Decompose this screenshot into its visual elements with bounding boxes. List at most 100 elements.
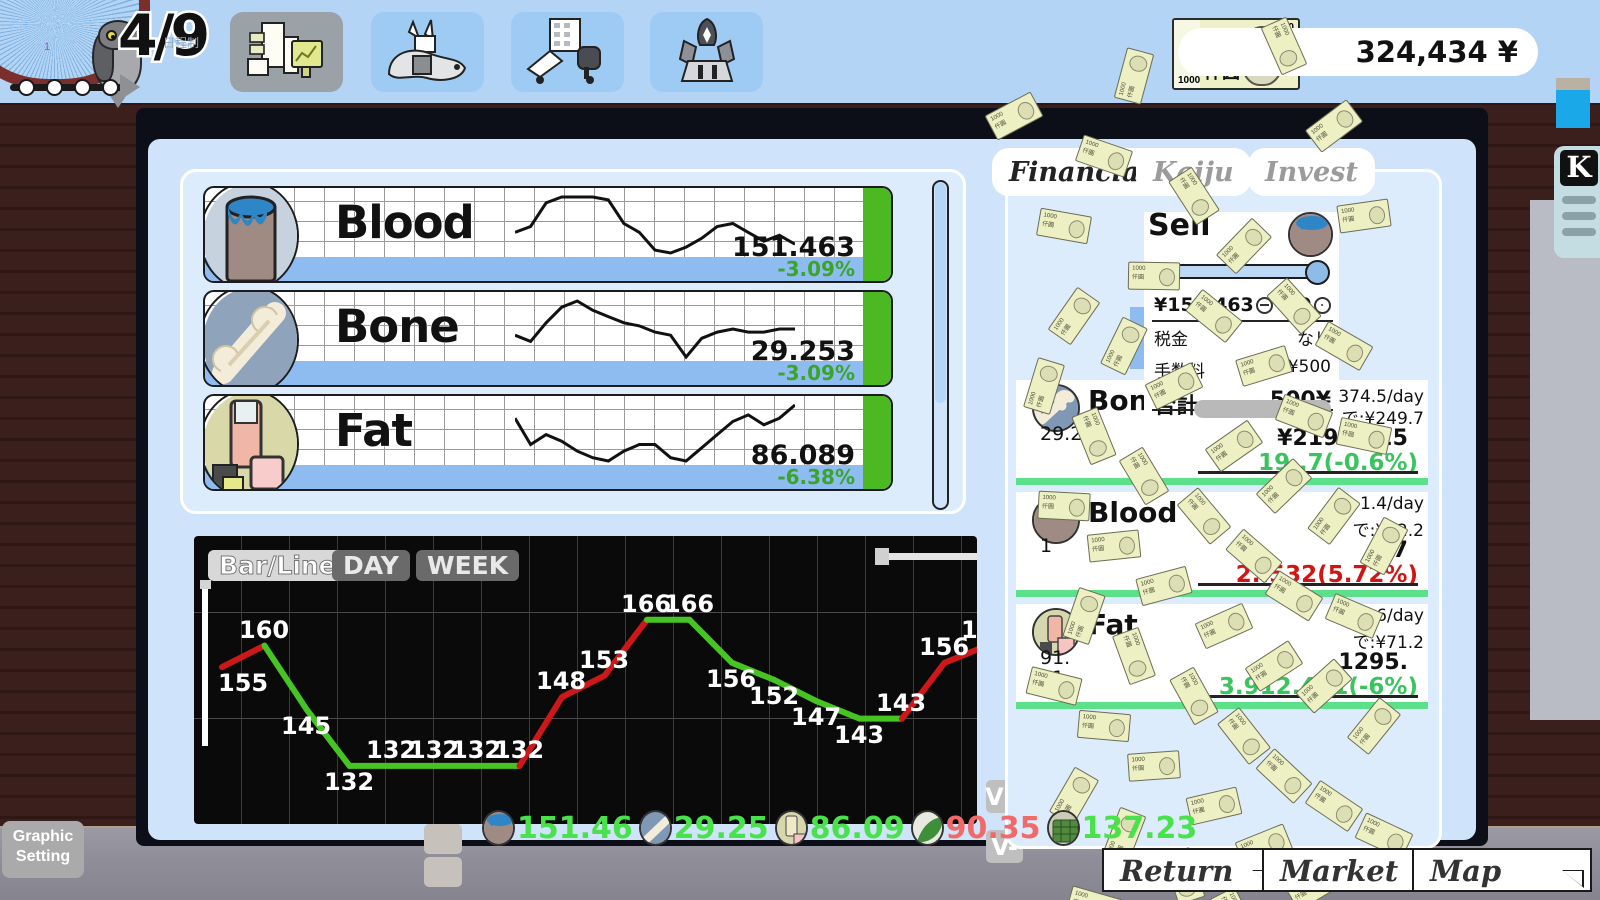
topbar-icon-robot[interactable] — [650, 12, 763, 92]
tab-invest[interactable]: Invest — [1248, 148, 1375, 196]
commodity-row-bone[interactable]: Bone 29.253 -3.09% — [203, 290, 893, 387]
top-bar: 1 4/9 日程制 1000 324,434 ¥ — [0, 0, 1600, 108]
financial-panel: Financial Kaiju Invest Sell ¥151.463 × 0 — [984, 16, 1442, 900]
falling-bill-icon: 1000仟圓 — [1304, 99, 1364, 153]
graphic-setting-button[interactable]: Graphic Setting — [2, 821, 84, 878]
graphic-setting-line1: Graphic — [12, 828, 74, 845]
clock-number: 1 — [44, 41, 51, 53]
blood-icon — [482, 810, 515, 846]
portfolio-total: 1295. — [1338, 650, 1408, 675]
graphic-setting-line2: Setting — [15, 848, 71, 865]
status-item-bone[interactable]: 29.25 — [638, 810, 769, 846]
portfolio-sub: 1 — [1040, 535, 1053, 557]
kaiju-icon — [387, 19, 466, 81]
nav-label: Market — [1280, 854, 1399, 888]
chart-point-label: 132 — [324, 768, 375, 796]
status-bar: 151.46 29.25 86.09 90.35 137.23 — [0, 806, 1600, 850]
chart-button-day[interactable]: DAY — [332, 550, 410, 581]
robot-icon — [678, 17, 735, 82]
falling-bill-icon: 1000仟圓 — [1216, 706, 1272, 766]
day-progress-track[interactable] — [10, 79, 132, 96]
status-item-green[interactable]: 90.35 — [910, 810, 1041, 846]
building-office-icon — [525, 18, 601, 84]
status-value: 137.23 — [1081, 810, 1198, 846]
nav-label: Return — [1120, 854, 1234, 888]
sell-tax-label: 税金 — [1154, 330, 1188, 350]
status-value: 86.09 — [809, 810, 905, 846]
chart-point-label: 160 — [239, 616, 290, 644]
falling-bill-icon: 1000仟圓 — [1127, 261, 1181, 291]
side-panel-toggle[interactable]: K — [1554, 146, 1600, 258]
bone-thumbnail-icon — [205, 292, 299, 385]
game-window: Blood 151.463 -3.09% Bone 29.253 -3.09% Fat 8… — [136, 16, 1488, 900]
falling-bill-icon: 1000仟圓 — [1127, 750, 1181, 782]
blue-decor-box — [1556, 78, 1590, 128]
money-display: 324,434 ¥ — [1178, 28, 1538, 76]
commodity-list-scrollbar[interactable] — [932, 180, 949, 510]
office-stock-icon — [246, 22, 323, 78]
commodity-name: Bone — [335, 300, 461, 354]
chart-point-label: 143 — [834, 721, 885, 749]
chart-point-label: 153 — [579, 646, 630, 674]
commodity-row-blood[interactable]: Blood 151.463 -3.09% — [203, 186, 893, 283]
chart-button-week[interactable]: WEEK — [416, 550, 520, 581]
slider-knob[interactable] — [1305, 260, 1330, 285]
nav-return-button[interactable]: Return — [1102, 848, 1282, 892]
row-indicator-bar — [863, 292, 891, 385]
day-progress-cursor — [120, 74, 140, 100]
fat-thumbnail-icon — [205, 396, 299, 489]
green-icon — [910, 810, 944, 846]
portfolio-upkeep: 1.4/day — [1359, 494, 1424, 514]
falling-bill-icon: 1000仟圓 — [1255, 748, 1313, 804]
status-item-fat[interactable]: 86.09 — [774, 810, 905, 846]
banknote-corner-bl: 1000 — [1178, 75, 1201, 86]
money-amount: 324,434 ¥ — [1355, 35, 1518, 69]
date-kanji-label: 日程制 — [163, 36, 200, 50]
chart-point-label: 145 — [281, 712, 332, 740]
falling-bill-icon: 1000仟圓 — [1086, 529, 1142, 563]
falling-bill-icon: 1000仟圓 — [1076, 709, 1132, 743]
status-item-scale[interactable]: 137.23 — [1046, 810, 1198, 846]
scale-icon — [1046, 810, 1080, 846]
topbar-icon-kaiju[interactable] — [371, 12, 484, 92]
blood-thumbnail-icon — [205, 188, 299, 281]
nav-label: Map — [1430, 854, 1502, 888]
chart-point-label: 1 — [961, 616, 977, 644]
chart-vertical-scrollbar[interactable] — [200, 580, 211, 746]
status-item-blood[interactable]: 151.46 — [482, 810, 633, 846]
portfolio-name: Blood — [1088, 496, 1178, 529]
chart-point-label: 166 — [664, 590, 715, 618]
game-window-content: Blood 151.463 -3.09% Bone 29.253 -3.09% Fat 8… — [148, 16, 1476, 900]
status-value: 90.35 — [945, 810, 1041, 846]
chart-point-label: 143 — [876, 689, 927, 717]
row-indicator-bar — [863, 396, 891, 489]
commodity-change: -3.09% — [777, 361, 855, 385]
row-indicator-bar — [863, 188, 891, 281]
nav-map-button[interactable]: Map — [1412, 848, 1592, 892]
chart-horizontal-scrollbar[interactable] — [875, 548, 977, 565]
chart-point-label: 132 — [494, 736, 545, 764]
status-value: 151.46 — [517, 810, 633, 846]
commodity-name: Blood — [335, 196, 476, 250]
commodity-row-fat[interactable]: Fat 86.089 -6.38% — [203, 394, 893, 491]
sell-commodity-avatar — [1288, 212, 1333, 257]
falling-bill-icon: 1000仟圓 — [1047, 286, 1101, 346]
chart-button-barline[interactable]: Bar/Line — [208, 550, 347, 581]
scrollbar-thumb[interactable] — [935, 183, 946, 403]
status-value: 29.25 — [673, 810, 769, 846]
k-letter-icon: K — [1560, 150, 1598, 186]
commodity-list-card: Blood 151.463 -3.09% Bone 29.253 -3.09% Fat 8… — [180, 169, 966, 514]
chart-point-label: 155 — [218, 669, 269, 697]
commodity-change: -6.38% — [777, 465, 855, 489]
background-building — [1530, 200, 1600, 720]
topbar-icon-office-stock[interactable] — [230, 12, 343, 92]
falling-bill-icon: 1000仟圓 — [1035, 207, 1093, 245]
fat-icon — [774, 810, 808, 846]
bone-icon — [638, 810, 672, 846]
commodity-name: Fat — [335, 404, 414, 458]
commodity-change: -3.09% — [777, 257, 855, 281]
price-chart[interactable]: 155 160 145 132 132 132 132 132 148 153 166 166 156 1… — [194, 536, 977, 824]
bottom-slider-handle[interactable] — [424, 824, 462, 887]
topbar-icon-building-office[interactable] — [511, 12, 624, 92]
falling-bill-icon: 1000仟圓 — [1336, 198, 1392, 234]
